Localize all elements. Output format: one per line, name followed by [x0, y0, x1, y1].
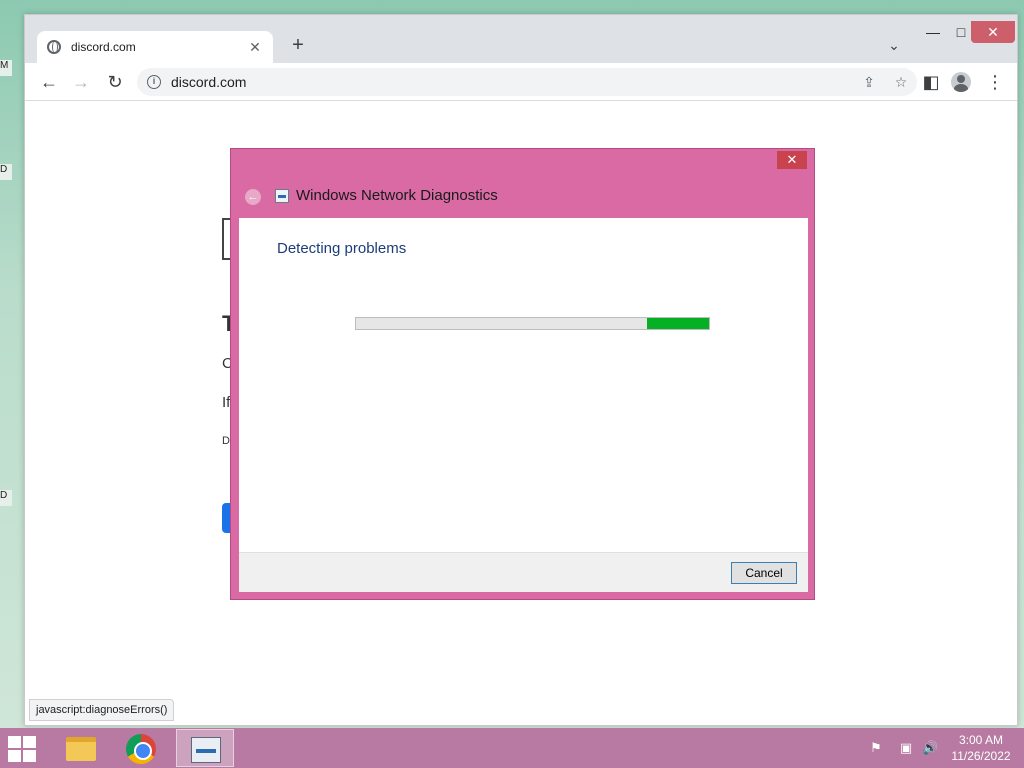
site-info-icon[interactable]: i	[147, 75, 161, 89]
file-explorer-icon	[66, 737, 96, 761]
window-close-button[interactable]: ✕	[971, 21, 1015, 43]
desktop-icon-label[interactable]: D	[0, 490, 12, 506]
network-diagnostics-dialog: ✕ ← Windows Network Diagnostics Detectin…	[230, 148, 815, 600]
tab-title: discord.com	[71, 40, 136, 54]
network-diagnostics-icon	[191, 737, 221, 763]
tab-strip: discord.com ✕ + ⌄ — □ ✕	[25, 15, 1017, 63]
dialog-heading: Detecting problems	[277, 240, 407, 257]
windows-logo-pane	[8, 736, 21, 748]
url-text[interactable]: discord.com	[171, 74, 853, 90]
back-arrow-icon[interactable]: ←	[245, 189, 261, 205]
progress-bar-fill	[647, 318, 709, 329]
windows-logo-pane	[23, 750, 36, 762]
taskbar-network-diagnostics[interactable]	[176, 729, 234, 767]
bookmark-star-icon[interactable]: ☆	[885, 74, 917, 91]
browser-toolbar: ← → ↻ i discord.com ⇪ ☆ ◧ ⋮	[25, 63, 1017, 101]
flag-icon[interactable]: ⚑	[868, 740, 884, 756]
profile-avatar-icon[interactable]	[951, 72, 971, 92]
chrome-icon	[126, 734, 156, 764]
globe-icon	[47, 40, 61, 54]
desktop-icon-label[interactable]: D	[0, 164, 12, 180]
side-panel-icon[interactable]: ◧	[919, 70, 943, 94]
menu-kebab-icon[interactable]: ⋮	[983, 70, 1007, 94]
clock-date: 11/26/2022	[951, 749, 1011, 763]
tab-search-icon[interactable]: ⌄	[885, 37, 903, 55]
speaker-icon[interactable]: 🔊	[922, 740, 938, 756]
system-clock[interactable]: 3:00 AM 11/26/2022	[946, 732, 1016, 764]
minimize-button[interactable]: —	[919, 21, 947, 43]
windows-logo-pane	[23, 736, 36, 748]
dialog-close-button[interactable]: ✕	[777, 151, 807, 169]
share-icon[interactable]: ⇪	[853, 74, 885, 91]
back-icon[interactable]: ←	[37, 70, 61, 94]
start-button[interactable]	[8, 736, 38, 762]
windows-logo-pane	[8, 750, 21, 762]
desktop-icon-label[interactable]: M	[0, 60, 12, 76]
network-diagnostics-icon	[275, 189, 289, 203]
network-icon[interactable]: ▣	[898, 740, 914, 756]
taskbar-chrome[interactable]	[112, 729, 170, 767]
page-text-fragment: D	[222, 435, 230, 447]
cancel-button[interactable]: Cancel	[731, 562, 797, 584]
clock-time: 3:00 AM	[958, 733, 1004, 747]
dialog-title: Windows Network Diagnostics	[296, 187, 498, 204]
progress-bar	[355, 317, 710, 330]
address-bar[interactable]: i discord.com ⇪ ☆	[137, 68, 917, 96]
dialog-body: Detecting problems	[239, 218, 808, 552]
tab-close-icon[interactable]: ✕	[247, 39, 263, 56]
tab-discord[interactable]: discord.com ✕	[37, 31, 273, 63]
taskbar: ⚑ ▣ 🔊 3:00 AM 11/26/2022	[0, 728, 1024, 768]
reload-icon[interactable]: ↻	[103, 70, 127, 94]
forward-icon[interactable]: →	[69, 70, 93, 94]
status-bubble: javascript:diagnoseErrors()	[29, 699, 175, 721]
taskbar-file-explorer[interactable]	[52, 729, 110, 767]
new-tab-button[interactable]: +	[287, 35, 309, 57]
dialog-footer: Cancel	[239, 552, 808, 592]
